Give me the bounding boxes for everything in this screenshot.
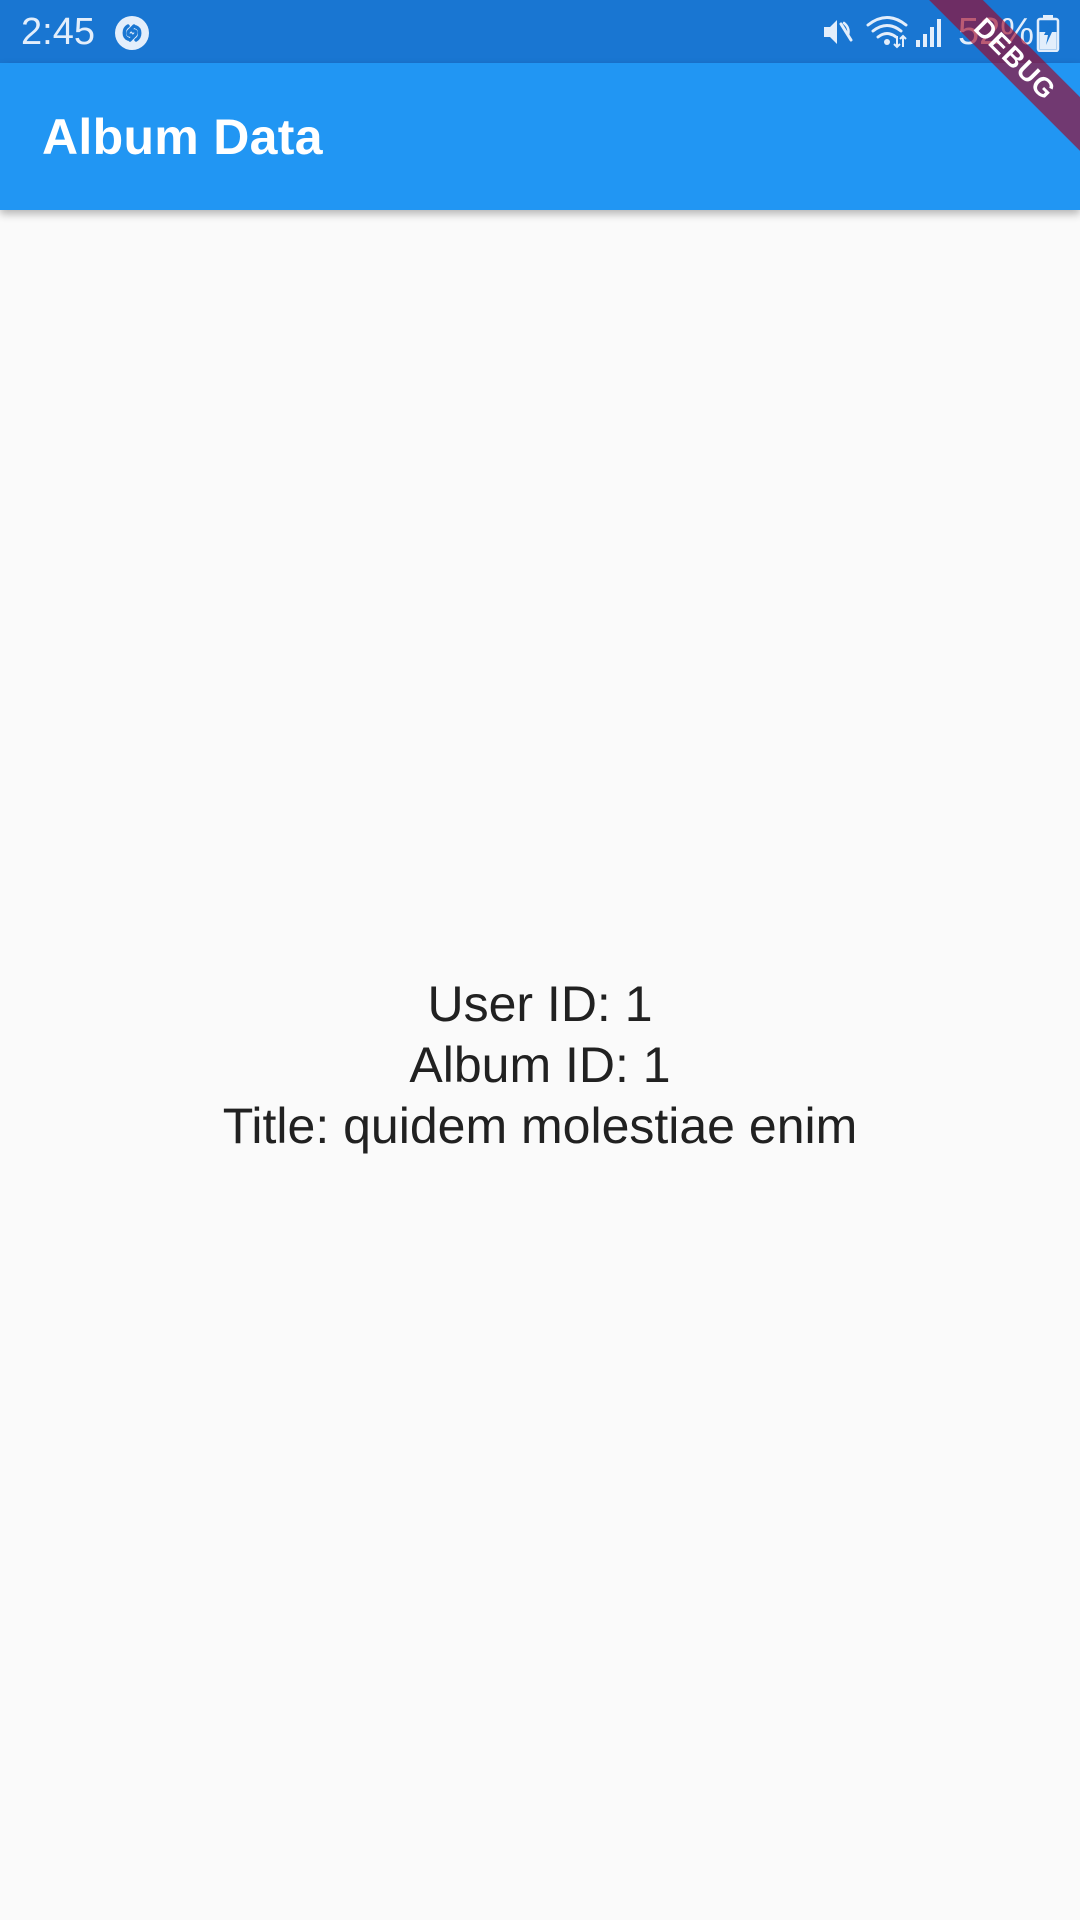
main-content: User ID: 1 Album ID: 1 Title: quidem mol…: [0, 210, 1080, 1920]
battery-percentage: 52%: [958, 11, 1035, 53]
mute-icon: [824, 20, 853, 44]
status-time: 2:45: [21, 11, 95, 53]
user-id-text: User ID: 1: [427, 975, 653, 1032]
battery-charging-icon: [1036, 15, 1060, 52]
app-bar: Album Data: [0, 63, 1080, 210]
album-title-text: Title: quidem molestiae enim: [222, 1097, 858, 1154]
album-details: User ID: 1 Album ID: 1 Title: quidem mol…: [223, 974, 858, 1157]
shazam-icon: [115, 16, 149, 50]
app-screen: 2:45 52% Album Data DEBUG User ID: 1 Alb…: [0, 0, 1080, 1920]
signal-icon: [916, 19, 941, 47]
status-bar: 2:45 52%: [0, 0, 1080, 63]
page-title: Album Data: [42, 109, 323, 165]
album-id-text: Album ID: 1: [409, 1036, 671, 1093]
wifi-icon: [866, 16, 908, 49]
